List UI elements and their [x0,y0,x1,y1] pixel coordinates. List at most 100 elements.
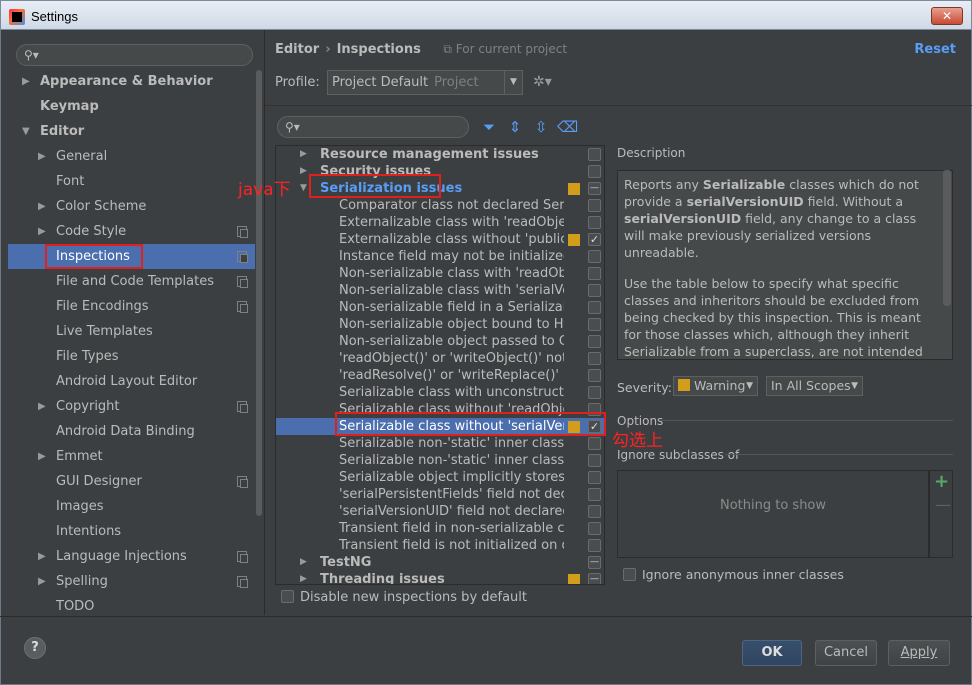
chevron-right-icon[interactable]: ▶ [38,569,46,594]
sidebar-item-keymap[interactable]: Keymap [8,94,263,119]
sidebar-item-appearance-behavior[interactable]: ▶ Appearance & Behavior [8,69,263,94]
inspection-checkbox[interactable] [588,539,601,552]
help-button[interactable]: ? [24,637,46,659]
sidebar-scrollbar-thumb[interactable] [256,70,262,516]
ok-button[interactable]: OK [742,640,802,666]
inspection-checkbox[interactable] [588,148,601,161]
inspection-row[interactable]: Comparator class not declared Serializab… [276,197,604,214]
chevron-right-icon[interactable]: ▶ [300,571,307,584]
remove-icon[interactable]: — [935,495,951,514]
sidebar-item-file-types[interactable]: File Types [8,344,263,369]
chevron-right-icon[interactable]: ▶ [300,146,307,163]
settings-search-input[interactable]: ⚲▾ [16,44,253,66]
profile-select[interactable]: Project Default Project ▼ [327,70,523,95]
sidebar-scrollbar[interactable] [255,70,263,616]
inspection-checkbox[interactable] [588,522,601,535]
sidebar-item-android-layout-editor[interactable]: Android Layout Editor [8,369,263,394]
inspection-group-row[interactable]: ▶ Resource management issues [276,146,604,163]
chevron-right-icon[interactable]: ▶ [300,163,307,180]
chevron-right-icon[interactable]: ▶ [38,194,46,219]
inspection-group-row[interactable]: ▶ Threading issues [276,571,604,584]
inspection-checkbox[interactable] [588,199,601,212]
inspection-checkbox[interactable] [588,250,601,263]
apply-button[interactable]: Apply [888,640,950,666]
inspection-row[interactable]: Instance field may not be initialized by… [276,248,604,265]
chevron-down-icon[interactable]: ▼ [22,119,30,144]
sidebar-item-code-style[interactable]: ▶ Code Style [8,219,263,244]
chevron-right-icon[interactable]: ▶ [300,554,307,571]
scope-select[interactable]: In All Scopes ▼ [766,376,863,396]
inspection-checkbox[interactable] [588,267,601,280]
expand-all-icon[interactable]: ⇕ [505,118,525,136]
inspection-row[interactable]: Non-serializable field in a Serializable… [276,299,604,316]
eraser-icon[interactable]: ⌫ [557,118,578,136]
inspection-checkbox[interactable] [588,318,601,331]
checkbox-box[interactable] [281,590,294,603]
inspection-row[interactable]: Serializable non-'static' inner class wi… [276,452,604,469]
sidebar-item-color-scheme[interactable]: ▶ Color Scheme [8,194,263,219]
inspection-checkbox[interactable] [588,386,601,399]
inspection-row[interactable]: Transient field is not initialized on de… [276,537,604,554]
chevron-right-icon[interactable]: ▶ [38,444,46,469]
inspection-row[interactable]: Externalizable class with 'readObject()'… [276,214,604,231]
inspection-checkbox[interactable] [588,301,601,314]
inspection-row[interactable]: Serializable object implicitly stores no… [276,469,604,486]
inspection-checkbox[interactable] [588,369,601,382]
chevron-right-icon[interactable]: ▶ [38,394,46,419]
inspection-row[interactable]: 'serialPersistentFields' field not decla… [276,486,604,503]
chevron-right-icon[interactable]: ▶ [38,144,46,169]
inspection-row[interactable]: 'readResolve()' or 'writeReplace()' not … [276,367,604,384]
inspection-filter-input[interactable]: ⚲▾ [277,116,469,138]
inspection-checkbox[interactable] [588,284,601,297]
inspection-row[interactable]: Non-serializable object bound to HttpSes… [276,316,604,333]
inspection-checkbox[interactable] [588,556,601,569]
add-icon[interactable]: + [934,471,949,492]
sidebar-item-editor[interactable]: ▼ Editor [8,119,263,144]
sidebar-item-file-encodings[interactable]: File Encodings [8,294,263,319]
inspection-checkbox[interactable] [588,216,601,229]
reset-link[interactable]: Reset [914,42,956,57]
chevron-right-icon[interactable]: ▶ [22,69,30,94]
sidebar-item-android-data-binding[interactable]: Android Data Binding [8,419,263,444]
inspection-row[interactable]: Externalizable class without 'public' no… [276,231,604,248]
inspection-row[interactable]: Serializable non-'static' inner class wi… [276,435,604,452]
severity-select[interactable]: Warning ▼ [673,376,758,396]
sidebar-item-spelling[interactable]: ▶ Spelling [8,569,263,594]
inspection-checkbox[interactable] [588,182,601,195]
chevron-down-icon[interactable]: ▼ [300,180,307,197]
inspection-checkbox[interactable] [588,488,601,501]
inspection-row[interactable]: Transient field in non-serializable clas… [276,520,604,537]
chevron-down-icon[interactable]: ▼ [504,71,522,94]
ignore-subclasses-list[interactable]: Nothing to show [617,470,929,558]
sidebar-item-file-and-code-templates[interactable]: File and Code Templates [8,269,263,294]
checkbox-box[interactable] [623,568,636,581]
sidebar-item-language-injections[interactable]: ▶ Language Injections [8,544,263,569]
inspection-row[interactable]: Non-serializable class with 'serialVersi… [276,282,604,299]
close-button[interactable]: ✕ [931,7,963,25]
sidebar-item-images[interactable]: Images [8,494,263,519]
sidebar-item-intentions[interactable]: Intentions [8,519,263,544]
inspection-checkbox[interactable] [588,505,601,518]
inspection-checkbox[interactable] [588,437,601,450]
sidebar-item-copyright[interactable]: ▶ Copyright [8,394,263,419]
inspection-group-row[interactable]: ▶ TestNG [276,554,604,571]
inspection-checkbox[interactable] [588,573,601,584]
inspection-row[interactable]: Serializable class with unconstructable … [276,384,604,401]
sidebar-item-font[interactable]: Font [8,169,263,194]
inspection-checkbox[interactable] [588,471,601,484]
inspection-checkbox[interactable] [588,352,601,365]
inspection-checkbox[interactable] [588,165,601,178]
inspection-checkbox[interactable] [588,335,601,348]
description-scrollbar[interactable] [943,170,951,306]
inspection-checkbox[interactable] [588,454,601,467]
sidebar-item-gui-designer[interactable]: GUI Designer [8,469,263,494]
inspection-row[interactable]: 'serialVersionUID' field not declared 'p… [276,503,604,520]
chevron-right-icon[interactable]: ▶ [38,544,46,569]
filter-icon[interactable]: ⏷ [479,118,499,136]
inspection-row[interactable]: Non-serializable class with 'readObject(… [276,265,604,282]
gear-icon[interactable]: ✲▾ [533,74,552,90]
collapse-all-icon[interactable]: ⇳ [531,118,551,136]
sidebar-item-general[interactable]: ▶ General [8,144,263,169]
inspection-row[interactable]: 'readObject()' or 'writeObject()' not de… [276,350,604,367]
chevron-right-icon[interactable]: ▶ [38,219,46,244]
